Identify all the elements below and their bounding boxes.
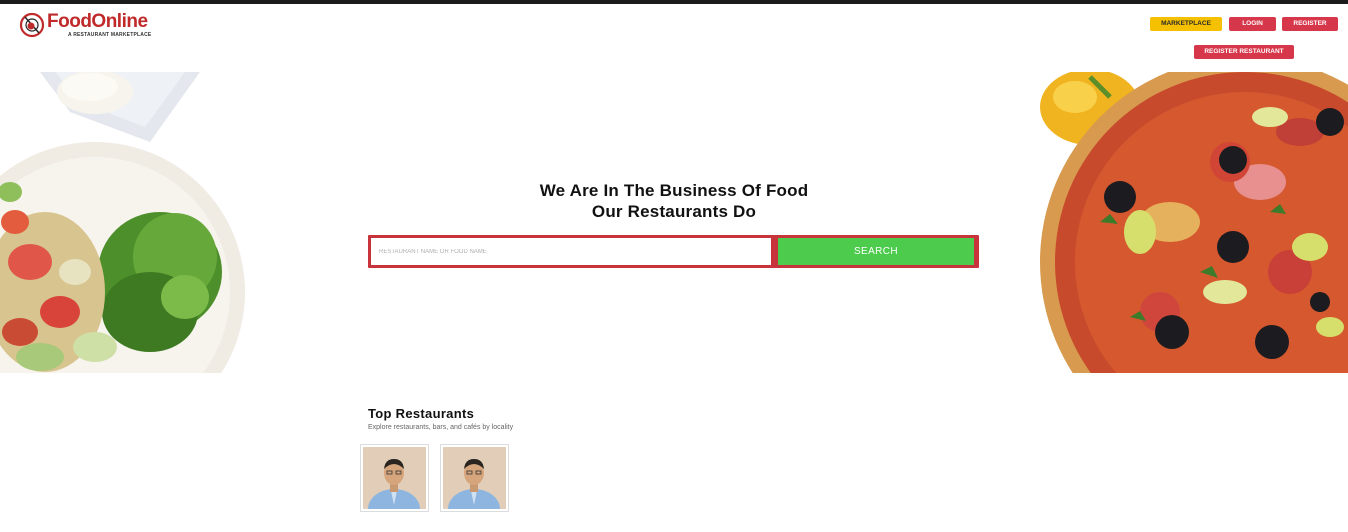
restaurant-card[interactable] xyxy=(440,444,509,529)
restaurant-card[interactable] xyxy=(360,444,429,529)
search-button[interactable]: SEARCH xyxy=(778,238,974,265)
pizza-image xyxy=(1030,72,1348,373)
login-button[interactable]: LOGIN xyxy=(1229,17,1276,31)
logo-plate-icon xyxy=(19,12,45,38)
brand-tagline: A RESTAURANT MARKETPLACE xyxy=(68,32,152,38)
section-title: Top Restaurants xyxy=(368,406,475,421)
brand-name: FoodOnline xyxy=(47,11,148,32)
top-border xyxy=(0,0,1348,4)
search-input[interactable] xyxy=(371,238,771,265)
hero-title: We Are In The Business Of Food Our Resta… xyxy=(424,180,924,222)
search-bar: SEARCH xyxy=(368,235,979,268)
salad-plate-image xyxy=(0,72,250,373)
marketplace-button[interactable]: MARKETPLACE xyxy=(1150,17,1222,31)
hero-title-line-2: Our Restaurants Do xyxy=(591,202,757,221)
register-button[interactable]: REGISTER xyxy=(1282,17,1338,31)
restaurant-owner-photo xyxy=(363,447,426,529)
restaurant-owner-photo xyxy=(443,447,506,529)
hero-title-line-1: We Are In The Business Of Food xyxy=(539,181,809,200)
hero-banner: We Are In The Business Of Food Our Resta… xyxy=(0,72,1348,373)
register-restaurant-button[interactable]: REGISTER RESTAURANT xyxy=(1194,45,1294,59)
section-subtitle: Explore restaurants, bars, and cafés by … xyxy=(368,424,514,431)
brand-logo[interactable]: FoodOnline A RESTAURANT MARKETPLACE xyxy=(19,11,159,41)
